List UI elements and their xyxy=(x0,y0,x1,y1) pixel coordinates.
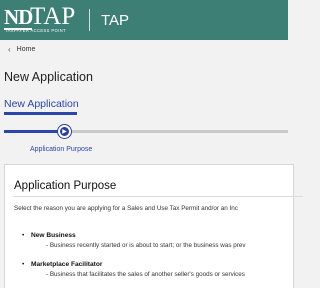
logo-main-text: TAP xyxy=(30,3,76,30)
option-marketplace-facilitator[interactable]: • Marketplace Facilitator xyxy=(22,261,102,268)
card-instruction: Select the reason you are applying for a… xyxy=(14,205,238,212)
application-purpose-card: Application Purpose Select the reason yo… xyxy=(4,164,303,288)
breadcrumb-home[interactable]: ‹ Home xyxy=(8,45,35,54)
step-current-indicator[interactable]: ▶ xyxy=(58,125,71,138)
bullet-icon: • xyxy=(22,232,25,239)
active-tab-underline xyxy=(4,112,77,115)
page-title: New Application xyxy=(4,70,93,84)
bullet-icon: • xyxy=(22,261,25,268)
option-label: Marketplace Facilitator xyxy=(31,261,103,268)
breadcrumb-home-label: Home xyxy=(16,46,36,53)
logo-prefix: ND xyxy=(4,5,33,30)
card-divider xyxy=(13,196,303,197)
option-label: New Business xyxy=(31,232,76,239)
nd-tap-logo[interactable]: ND TAP TAXPAYER ACCESS POINT xyxy=(4,3,84,34)
top-header-bar: ND TAP TAXPAYER ACCESS POINT TAP xyxy=(0,0,288,40)
step-label-application-purpose[interactable]: Application Purpose xyxy=(30,146,92,153)
card-title: Application Purpose xyxy=(14,180,117,192)
option-description: - Business that facilitates the sales of… xyxy=(46,271,245,278)
option-new-business[interactable]: • New Business xyxy=(22,232,76,239)
option-description: - Business recently started or is about … xyxy=(46,242,246,249)
stepper-progress-fill xyxy=(4,130,60,133)
arrow-right-icon: ▶ xyxy=(62,128,67,135)
app-name: TAP xyxy=(101,12,130,29)
chevron-left-icon: ‹ xyxy=(8,45,11,54)
logo-tagline: TAXPAYER ACCESS POINT xyxy=(5,28,66,33)
tab-new-application[interactable]: New Application xyxy=(4,98,79,110)
header-divider xyxy=(89,9,90,31)
